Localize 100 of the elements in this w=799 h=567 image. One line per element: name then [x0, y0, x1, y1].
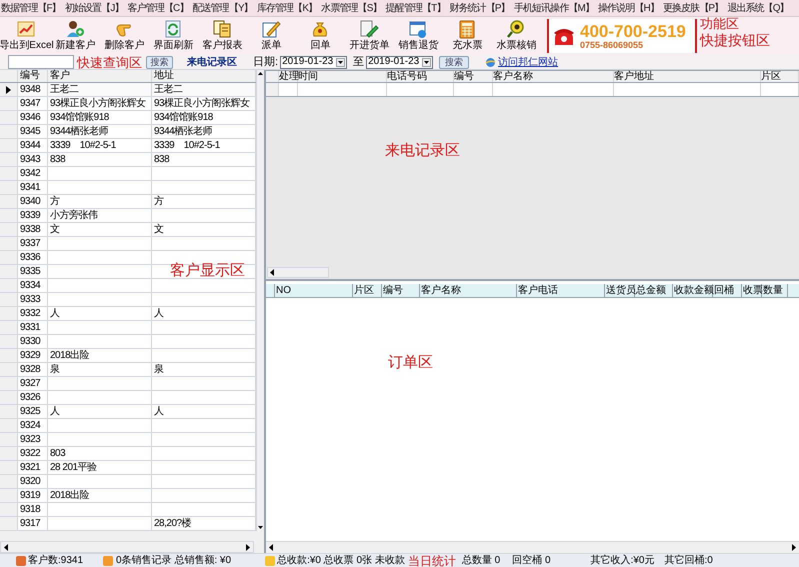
- annotation-label: 订单区: [388, 354, 433, 372]
- menu-item[interactable]: 库存管理【K】: [256, 0, 318, 16]
- menu-item[interactable]: 退出系统【Q】: [726, 0, 790, 16]
- search-field[interactable]: [8, 55, 74, 69]
- menu-item[interactable]: 财务统计【P】: [448, 0, 511, 16]
- table-cell: 2018出险: [48, 489, 152, 502]
- menu-item[interactable]: 初始设置【J】: [64, 0, 125, 16]
- horizontal-scrollbar[interactable]: [266, 541, 799, 553]
- documents-icon: [213, 20, 232, 39]
- horizontal-scrollbar[interactable]: [267, 267, 329, 278]
- column-header[interactable]: 客户地址: [614, 71, 761, 82]
- status-text: 总收款:¥0 总收票 0张 未收款: [277, 556, 405, 566]
- scroll-down-icon[interactable]: [257, 524, 264, 531]
- column-header[interactable]: 总金额: [635, 284, 673, 297]
- table-cell: 小方旁张伟: [48, 209, 152, 222]
- column-header[interactable]: 片区: [353, 284, 382, 297]
- table-cell: 2018出险: [48, 349, 152, 362]
- column-header[interactable]: 客户: [48, 70, 152, 82]
- table-cell: 93棵正良小方阁张辉女: [48, 97, 152, 110]
- table-cell: 9324: [18, 419, 48, 432]
- table-cell: 9328: [18, 363, 48, 376]
- toolbar-button[interactable]: 删除客户: [100, 17, 149, 51]
- table-cell: 9325: [18, 405, 48, 418]
- menu-item[interactable]: 操作说明【H】: [596, 0, 660, 16]
- column-header[interactable]: 客户名称: [420, 284, 517, 297]
- table-cell: 9319: [18, 489, 48, 502]
- document-pen-icon: [360, 20, 379, 39]
- table-cell: 王老二: [152, 83, 256, 96]
- table-cell: 9337: [18, 237, 48, 250]
- table-cell: 9335: [18, 265, 48, 278]
- phone-number: 0755-86069055: [580, 40, 644, 50]
- column-header[interactable]: 时间: [298, 71, 387, 82]
- column-header[interactable]: 数量: [762, 284, 788, 297]
- status-text: 其它回桶:0: [664, 556, 713, 566]
- menu-item[interactable]: 客户管理【C】: [126, 0, 190, 16]
- column-header[interactable]: 编号: [18, 70, 48, 82]
- toolbar-button[interactable]: 水票核销: [492, 17, 541, 51]
- toolbar-button[interactable]: 客户报表: [198, 17, 247, 51]
- window-icon: [409, 20, 428, 39]
- column-header[interactable]: 回桶: [713, 284, 742, 297]
- scroll-right-icon[interactable]: [245, 544, 251, 550]
- date-dropdown[interactable]: 2019-01-23: [366, 56, 434, 68]
- status-text: 客户数:9341: [28, 556, 84, 566]
- pencil-icon: [262, 20, 281, 39]
- table-cell: 9345: [18, 125, 48, 138]
- table-cell: 9346: [18, 111, 48, 124]
- horizontal-scrollbar[interactable]: [0, 541, 254, 553]
- date-label: 日期:: [253, 54, 278, 70]
- date-dropdown[interactable]: 2019-01-23: [280, 56, 348, 68]
- column-header[interactable]: 编号: [382, 284, 420, 297]
- search-button[interactable]: 搜索: [439, 56, 470, 68]
- toolbar-button[interactable]: 派单: [247, 17, 296, 51]
- table-cell: [761, 83, 799, 96]
- column-header[interactable]: 收票: [742, 284, 762, 297]
- toolbar-button[interactable]: 回单: [296, 17, 345, 51]
- column-header[interactable]: 编号: [454, 71, 493, 82]
- menu-item[interactable]: 水票管理【S】: [320, 0, 383, 16]
- website-link[interactable]: 访问邦仁网站: [498, 54, 558, 70]
- status-text: 回空桶 0: [512, 556, 551, 566]
- menu-item[interactable]: 更换皮肤【P】: [662, 0, 724, 16]
- table-cell: 9332: [18, 307, 48, 320]
- table-cell: [279, 83, 298, 96]
- table-cell: 9320: [18, 475, 48, 488]
- table-cell: 9336: [18, 251, 48, 264]
- table-cell: 934馆馆账918: [48, 111, 152, 124]
- toolbar-button[interactable]: 销售退货: [394, 17, 443, 51]
- dropdown-arrow-icon: [422, 58, 432, 66]
- column-header[interactable]: 处理: [279, 71, 298, 82]
- search-button[interactable]: 搜索: [146, 56, 173, 68]
- table-cell: 王老二: [48, 83, 152, 96]
- table-cell: 9344栖张老师: [48, 125, 152, 138]
- menu-item[interactable]: 配送管理【Y】: [191, 0, 254, 16]
- table-cell: 838: [48, 153, 152, 166]
- status-text: 0条销售记录 总销售额: ¥0: [116, 556, 232, 566]
- table-cell: 9330: [18, 335, 48, 348]
- vertical-scrollbar[interactable]: [256, 70, 264, 531]
- toolbar-button[interactable]: 界面刷新: [149, 17, 198, 51]
- annotation-label: 快捷按钮区: [700, 33, 770, 47]
- column-header[interactable]: 片区: [761, 71, 799, 82]
- column-header[interactable]: 客户名称: [493, 71, 614, 82]
- table-cell: 9318: [18, 503, 48, 516]
- scroll-left-icon[interactable]: [3, 544, 9, 550]
- scroll-right-icon[interactable]: [791, 544, 797, 551]
- annotation-label: 功能区: [700, 17, 740, 30]
- menu-item[interactable]: 提醒管理【T】: [384, 0, 446, 16]
- menu-item[interactable]: 数据管理【F】: [0, 0, 62, 16]
- scroll-left-icon[interactable]: [269, 269, 275, 276]
- chart-icon: [17, 20, 36, 39]
- table-cell: 文: [48, 223, 152, 236]
- toolbar-button[interactable]: 开进货单: [345, 17, 394, 51]
- column-header[interactable]: 客户电话: [517, 284, 605, 297]
- refresh-icon: [164, 20, 183, 39]
- column-header[interactable]: NO: [275, 284, 353, 297]
- menu-item[interactable]: 手机短讯操作【M】: [512, 0, 595, 16]
- scroll-left-icon[interactable]: [268, 544, 274, 551]
- column-header[interactable]: 收款金额: [673, 284, 713, 297]
- toolbar-button[interactable]: 充水票: [443, 17, 492, 51]
- column-header[interactable]: 电话号码: [387, 71, 454, 82]
- toolbar-button[interactable]: 导出到Excel: [2, 17, 51, 51]
- column-header[interactable]: 送货员: [605, 284, 635, 297]
